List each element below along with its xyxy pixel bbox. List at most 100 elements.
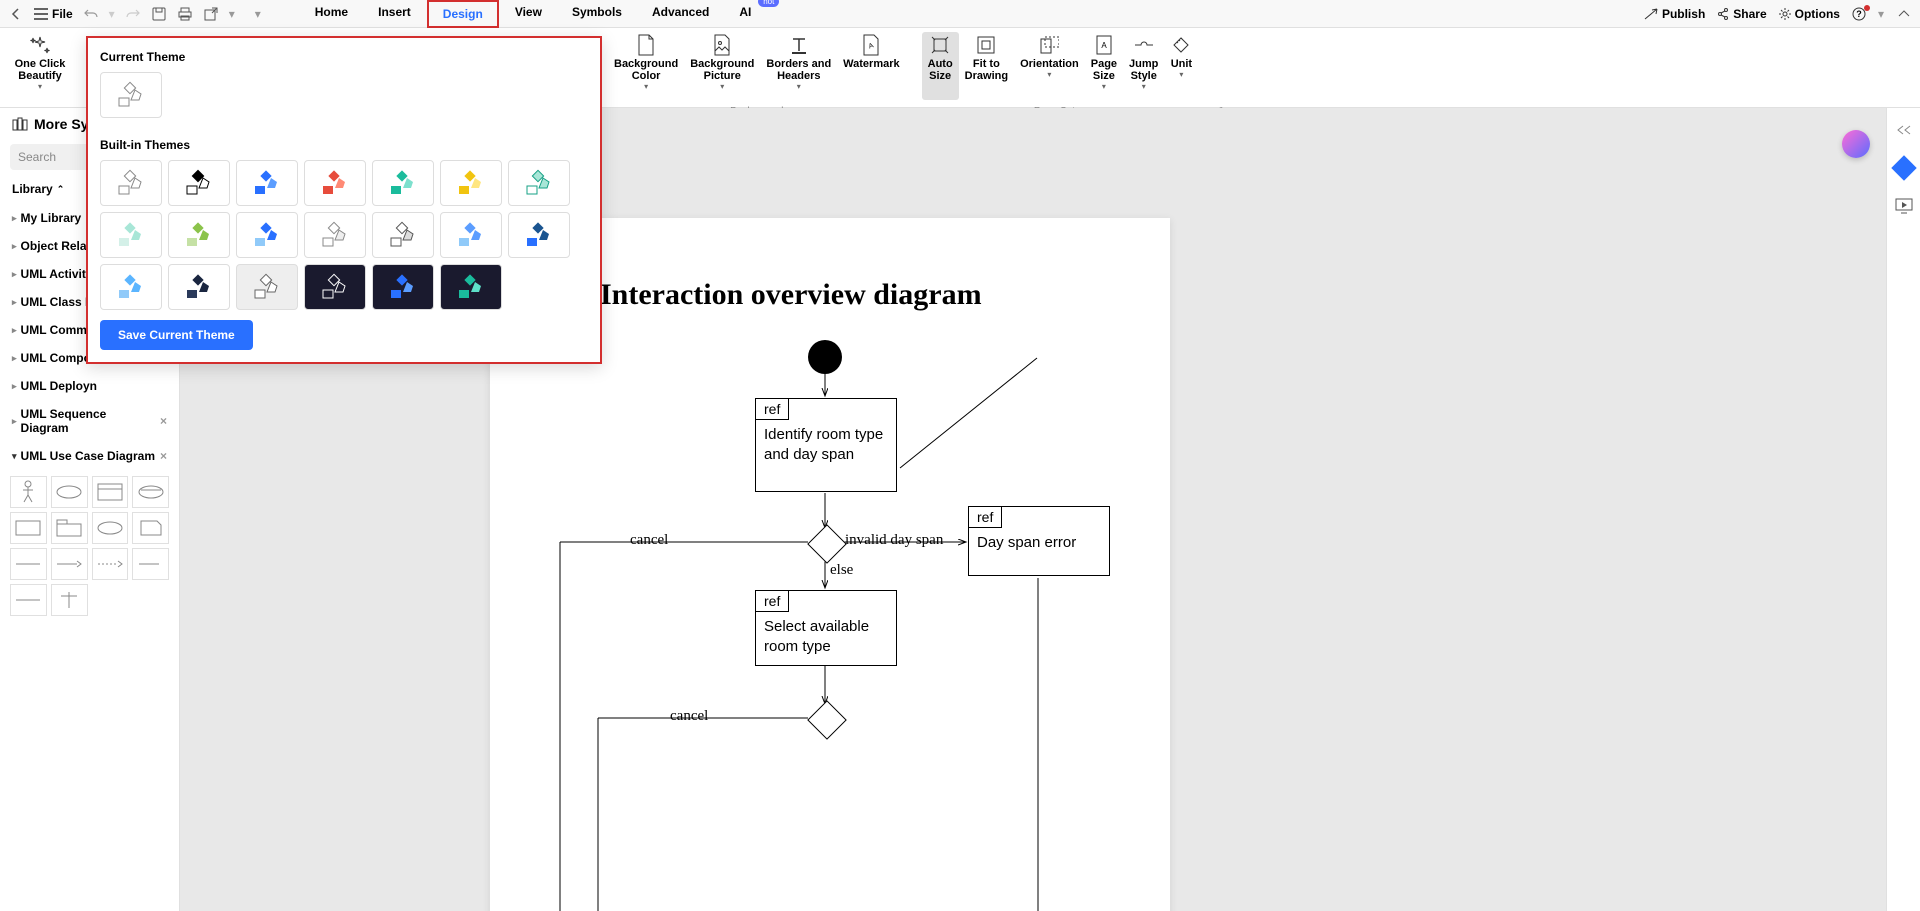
lib-uml-sequence[interactable]: ▸UML Sequence Diagram× — [0, 400, 179, 442]
tab-advanced[interactable]: Advanced — [638, 0, 723, 28]
theme-7[interactable] — [508, 160, 570, 206]
theme-9[interactable] — [168, 212, 230, 258]
symbol-anchor[interactable] — [51, 584, 88, 616]
ref-box-1[interactable]: ref Identify room type and day span — [755, 398, 897, 492]
unit-button[interactable]: Unit ▾ — [1164, 32, 1198, 100]
theme-17[interactable] — [236, 264, 298, 310]
symbol-package[interactable] — [51, 512, 88, 544]
diagram-title: Interaction overview diagram — [600, 278, 982, 312]
bg-color-button[interactable]: Background Color ▾ — [608, 32, 684, 100]
theme-2[interactable] — [168, 160, 230, 206]
symbol-note[interactable] — [132, 512, 169, 544]
print-icon[interactable] — [177, 6, 193, 22]
symbol-line4[interactable] — [132, 548, 169, 580]
help-button[interactable]: ? — [1852, 7, 1866, 21]
publish-label: Publish — [1662, 7, 1705, 21]
back-icon[interactable] — [8, 6, 24, 22]
close-icon[interactable]: × — [160, 414, 167, 428]
style-panel-icon[interactable] — [1892, 156, 1916, 180]
lib-uml-deploy[interactable]: ▸UML Deployn — [0, 372, 179, 400]
start-node[interactable] — [808, 340, 842, 374]
theme-16[interactable] — [168, 264, 230, 310]
theme-13[interactable] — [440, 212, 502, 258]
lib-uml-usecase[interactable]: ▾UML Use Case Diagram× — [0, 442, 179, 470]
theme-14[interactable] — [508, 212, 570, 258]
theme-19[interactable] — [372, 264, 434, 310]
right-sidebar — [1886, 108, 1920, 911]
page-size-button[interactable]: A Page Size ▾ — [1085, 32, 1123, 100]
collapse-icon[interactable] — [1896, 6, 1912, 22]
notification-dot — [1864, 5, 1870, 11]
export-icon[interactable] — [203, 6, 219, 22]
theme-11[interactable] — [304, 212, 366, 258]
auto-size-button[interactable]: Auto Size — [922, 32, 959, 100]
orientation-button[interactable]: Orientation ▾ — [1014, 32, 1085, 100]
publish-button[interactable]: Publish — [1644, 7, 1705, 21]
tab-symbols[interactable]: Symbols — [558, 0, 636, 28]
ai-label: AI — [739, 5, 751, 19]
symbol-ellipse[interactable] — [92, 512, 129, 544]
symbol-line1[interactable] — [10, 548, 47, 580]
one-click-beautify[interactable]: One Click Beautify ▾ — [9, 32, 72, 100]
user-avatar[interactable] — [1842, 130, 1870, 158]
share-button[interactable]: Share — [1717, 7, 1766, 21]
symbol-usecase2[interactable] — [92, 476, 129, 508]
theme-15[interactable] — [100, 264, 162, 310]
label-cancel-2: cancel — [670, 708, 708, 725]
label-cancel-1: cancel — [630, 532, 668, 549]
decision-2[interactable] — [807, 700, 847, 740]
page-icon — [635, 34, 657, 56]
redo-icon[interactable] — [125, 6, 141, 22]
symbol-usecase[interactable] — [51, 476, 88, 508]
top-toolbar: File ▾ ▾ ▾ Home Insert Design View Symbo… — [0, 0, 1920, 28]
close-icon[interactable]: × — [160, 449, 167, 463]
symbol-line5[interactable] — [10, 584, 47, 616]
theme-6[interactable] — [440, 160, 502, 206]
theme-1[interactable] — [100, 160, 162, 206]
watermark-button[interactable]: A Watermark — [837, 32, 905, 100]
file-menu[interactable]: File — [34, 7, 73, 21]
svg-text:?: ? — [1856, 9, 1862, 19]
theme-10[interactable] — [236, 212, 298, 258]
fit-icon — [975, 34, 997, 56]
theme-12[interactable] — [372, 212, 434, 258]
present-icon[interactable] — [1892, 194, 1916, 218]
current-theme-swatch[interactable] — [100, 72, 162, 118]
jump-style-button[interactable]: Jump Style ▾ — [1123, 32, 1164, 100]
theme-5[interactable] — [372, 160, 434, 206]
theme-3[interactable] — [236, 160, 298, 206]
ref-box-3[interactable]: ref Select available room type — [755, 590, 897, 666]
save-theme-button[interactable]: Save Current Theme — [100, 320, 253, 350]
theme-20[interactable] — [440, 264, 502, 310]
tab-design[interactable]: Design — [427, 0, 499, 28]
collapse-right-icon[interactable] — [1892, 118, 1916, 142]
current-theme-label: Current Theme — [100, 50, 588, 64]
unit-icon — [1170, 34, 1192, 56]
symbol-line3[interactable] — [92, 548, 129, 580]
symbol-rect[interactable] — [10, 512, 47, 544]
tab-ai[interactable]: AI hot — [725, 0, 765, 28]
symbol-actor[interactable] — [10, 476, 47, 508]
tab-view[interactable]: View — [501, 0, 556, 28]
theme-8[interactable] — [100, 212, 162, 258]
borders-label: Borders and Headers — [766, 58, 831, 82]
theme-4[interactable] — [304, 160, 366, 206]
ribbon-beautify-group: One Click Beautify ▾ — [0, 32, 80, 103]
borders-button[interactable]: Borders and Headers ▾ — [760, 32, 837, 100]
ref-box-2[interactable]: ref Day span error — [968, 506, 1110, 576]
save-icon[interactable] — [151, 6, 167, 22]
bg-color-label: Background Color — [614, 58, 678, 82]
bg-picture-button[interactable]: Background Picture ▾ — [684, 32, 760, 100]
undo-icon[interactable] — [83, 6, 99, 22]
symbol-line2[interactable] — [51, 548, 88, 580]
fit-drawing-button[interactable]: Fit to Drawing — [959, 32, 1014, 100]
tab-insert[interactable]: Insert — [364, 0, 425, 28]
options-button[interactable]: Options — [1779, 7, 1840, 21]
label-else: else — [830, 562, 853, 579]
watermark-icon: A — [860, 34, 882, 56]
tab-home[interactable]: Home — [301, 0, 362, 28]
symbol-usecase3[interactable] — [132, 476, 169, 508]
theme-18[interactable] — [304, 264, 366, 310]
decision-1[interactable] — [807, 524, 847, 564]
sparkle-icon — [29, 34, 51, 56]
